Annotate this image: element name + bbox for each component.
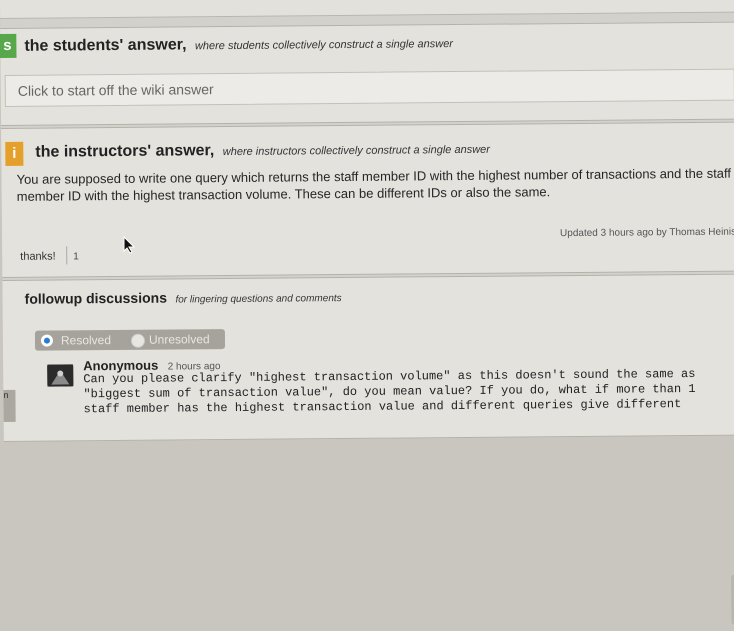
students-heading: the students' answer, where students col… [24,34,453,56]
instructors-answer-body: You are supposed to write one query whic… [16,165,732,204]
top-strip [0,0,734,19]
instructors-subtitle: where instructors collectively construct… [222,143,490,159]
instructors-answer-section: i the instructors' answer, where instruc… [1,121,734,278]
wiki-answer-input[interactable]: Click to start off the wiki answer [4,68,734,107]
students-answer-section: s the students' answer, where students c… [0,21,734,126]
anonymous-avatar-icon [47,364,74,387]
followup-subtitle: for lingering questions and comments [175,293,342,306]
unresolved-radio[interactable] [130,333,146,348]
unresolved-label[interactable]: Unresolved [149,329,210,350]
updated-info: Updated 3 hours ago by Thomas Heinis [559,226,734,240]
followup-heading: followup discussions for lingering quest… [25,288,342,309]
resolved-label[interactable]: Resolved [61,330,111,350]
avatar [47,364,74,387]
mouse-cursor-icon [123,236,136,254]
resolved-radio[interactable] [40,334,54,347]
post-body: Can you please clarify "highest transact… [83,366,696,417]
followup-section: followup discussions for lingering quest… [2,273,734,625]
instructors-heading: the instructors' answer, where instructo… [35,140,490,162]
instructors-badge: i [5,141,24,166]
left-edge-text: n [3,389,16,422]
resolution-filter: Resolved Unresolved [34,329,226,351]
students-subtitle: where students collectively construct a … [194,38,454,53]
students-title: the students' answer, [24,36,187,55]
followup-title: followup discussions [24,289,168,307]
thanks-count: 1 [66,246,79,265]
page: s the students' answer, where students c… [0,0,734,625]
students-badge: s [0,33,17,59]
thanks-button[interactable]: thanks! [20,251,56,263]
instructors-title: the instructors' answer, [35,142,215,161]
